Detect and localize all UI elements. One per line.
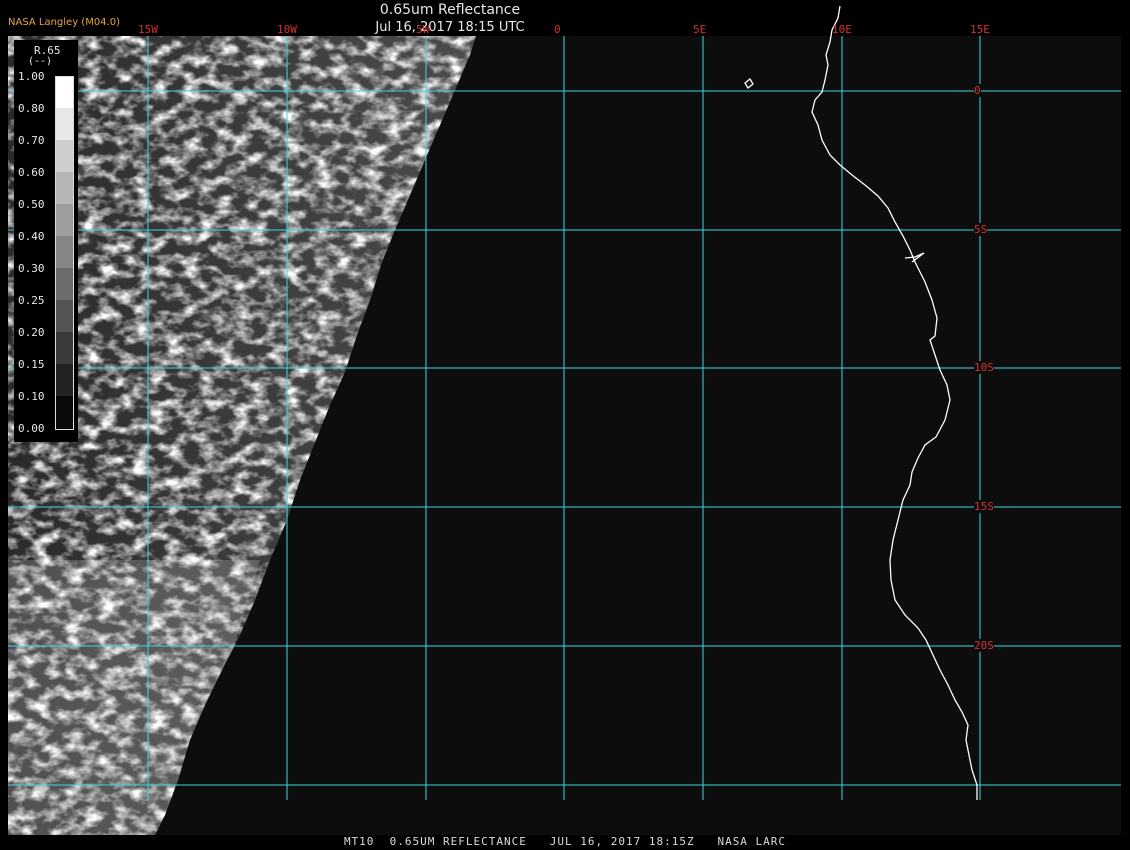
latitude-label: 15S	[974, 500, 994, 513]
longitude-label: 5W	[416, 23, 430, 36]
colorbar-tick-label: 0.10	[18, 390, 45, 403]
satellite-image-frame: NASA Langley (M04.0) 0.65um Reflectance …	[0, 0, 1130, 850]
longitude-label: 0	[554, 23, 561, 36]
colorbar-tick-label: 0.30	[18, 262, 45, 275]
colorbar-tick-label: 0.20	[18, 326, 45, 339]
colorbar-tick-label: 0.50	[18, 198, 45, 211]
longitude-label: 15W	[138, 23, 158, 36]
colorbar-tick-label: 0.25	[18, 294, 45, 307]
colorbar-unit: (--)	[28, 56, 53, 67]
image-datetime: Jul 16, 2017 18:15 UTC	[375, 20, 525, 35]
colorbar-legend: R.65 (--) 1.00 0.80 0.70 0.60 0.50 0.40 0.30 0.…	[14, 40, 78, 442]
colorbar-tick-label: 0.80	[18, 102, 45, 115]
footer-caption: MT10 0.65UM REFLECTANCE JUL 16, 2017 18:…	[343, 835, 787, 848]
colorbar-tick-label: 0.60	[18, 166, 45, 179]
image-title: 0.65um Reflectance	[379, 2, 521, 18]
latitude-label: 10S	[974, 361, 994, 374]
colorbar-tick-label: 0.40	[18, 230, 45, 243]
longitude-label: 10E	[832, 23, 852, 36]
latitude-label: 0	[974, 84, 981, 97]
longitude-label: 10W	[277, 23, 297, 36]
latitude-label: 5S	[974, 223, 988, 236]
colorbar-tick-label: 0.70	[18, 134, 45, 147]
longitude-label: 15E	[970, 23, 990, 36]
colorbar-outline	[55, 76, 74, 430]
colorbar-tick-label: 0.00	[18, 422, 45, 435]
latitude-label: 20S	[974, 639, 994, 652]
satellite-map	[8, 5, 1121, 835]
colorbar-tick-label: 0.15	[18, 358, 45, 371]
colorbar-tick-label: 1.00	[18, 70, 45, 83]
longitude-label: 5E	[693, 23, 707, 36]
